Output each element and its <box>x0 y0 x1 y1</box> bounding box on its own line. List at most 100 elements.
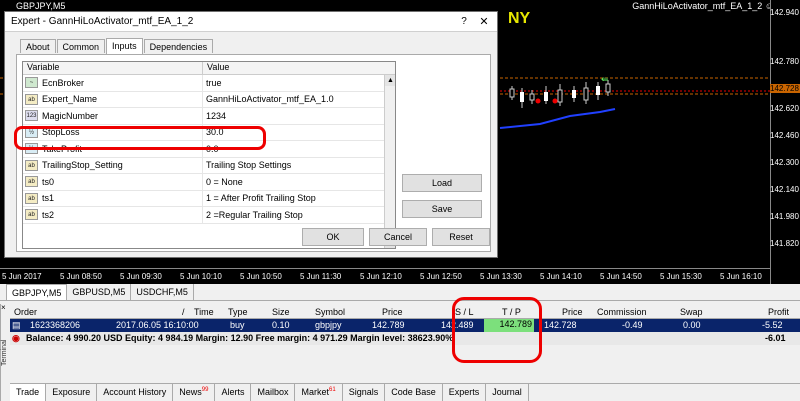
col-current-price[interactable]: Price <box>562 307 583 317</box>
input-row-ecnbroker[interactable]: ~ EcnBroker true <box>23 75 395 92</box>
input-variable-cell: ab ts2 <box>23 207 203 223</box>
tab-alerts[interactable]: Alerts <box>215 384 252 401</box>
price-tick: 142.780 <box>770 57 799 66</box>
ok-button[interactable]: OK <box>302 228 364 246</box>
tab-label: Code Base <box>391 387 436 397</box>
input-row-ts2[interactable]: ab ts2 2 =Regular Trailing Stop <box>23 207 395 224</box>
trade-row[interactable]: ▤ 1623368206 2017.06.05 16:10:00 buy 0.1… <box>10 319 800 332</box>
order-profit: -5.52 <box>762 320 783 330</box>
input-row-ts1[interactable]: ab ts1 1 = After Profit Trailing Stop <box>23 190 395 207</box>
save-button[interactable]: Save <box>402 200 482 218</box>
input-variable-name: Expert_Name <box>42 94 98 105</box>
tab-about[interactable]: About <box>20 39 56 53</box>
input-value-cell[interactable]: 0 = None <box>203 177 395 187</box>
input-variable-cell: ab TrailingStop_Setting <box>23 157 203 173</box>
price-tick: 142.140 <box>770 185 799 194</box>
tab-journal[interactable]: Journal <box>486 384 529 401</box>
tab-label: Account History <box>103 387 167 397</box>
scroll-up-icon[interactable]: ▲ <box>385 75 395 86</box>
tab-chart-gbpusd[interactable]: GBPUSD,M5 <box>67 284 132 300</box>
tab-exposure[interactable]: Exposure <box>46 384 98 401</box>
input-value-cell[interactable]: 1234 <box>203 111 395 121</box>
str-type-icon: ab <box>25 159 38 171</box>
tab-market[interactable]: Market61 <box>295 384 343 401</box>
input-value-cell[interactable]: 2 =Regular Trailing Stop <box>203 210 395 220</box>
time-tick: 5 Jun 09:30 <box>120 272 162 281</box>
signal-dot <box>552 98 558 104</box>
inputs-grid[interactable]: Variable Value ~ EcnBroker true ab Expert_Na… <box>22 61 396 249</box>
time-tick: 5 Jun 15:30 <box>660 272 702 281</box>
input-variable-name: MagicNumber <box>42 110 99 121</box>
close-icon[interactable]: ✕ <box>477 15 491 29</box>
grid-scrollbar[interactable]: ▲ ▼ <box>384 75 395 248</box>
price-tick: 141.980 <box>770 212 799 221</box>
input-row-ts0[interactable]: ab ts0 0 = None <box>23 174 395 191</box>
gann-hilo-line <box>499 108 616 129</box>
tab-experts[interactable]: Experts <box>443 384 487 401</box>
tab-mailbox[interactable]: Mailbox <box>251 384 296 401</box>
col-swap[interactable]: Swap <box>680 307 703 317</box>
time-tick: 5 Jun 16:10 <box>720 272 762 281</box>
col-profit[interactable]: Profit <box>768 307 789 317</box>
tab-code-base[interactable]: Code Base <box>385 384 443 401</box>
input-row-expert-name[interactable]: ab Expert_Name GannHiLoActivator_mtf_EA_1.… <box>23 91 395 108</box>
time-tick: 5 Jun 10:50 <box>240 272 282 281</box>
col-symbol[interactable]: Symbol <box>315 307 345 317</box>
time-tick: 5 Jun 08:50 <box>60 272 102 281</box>
tab-chart-gbpjpy[interactable]: GBPJPY,M5 <box>6 284 68 300</box>
order-size: 0.10 <box>272 320 290 330</box>
load-button[interactable]: Load <box>402 174 482 192</box>
str-type-icon: ab <box>25 209 38 221</box>
price-tick: 142.620 <box>770 104 799 113</box>
str-type-icon: ab <box>25 176 38 188</box>
input-variable-name: ts0 <box>42 176 55 187</box>
column-header-value[interactable]: Value <box>203 62 395 74</box>
order-commission: -0.49 <box>622 320 643 330</box>
help-icon[interactable]: ? <box>457 15 471 29</box>
dialog-tab-strip: About Common Inputs Dependencies <box>20 38 214 54</box>
price-tick: 141.820 <box>770 239 799 248</box>
input-value-cell[interactable]: true <box>203 78 395 88</box>
time-tick: 5 Jun 11:30 <box>300 272 342 281</box>
column-header-variable[interactable]: Variable <box>23 62 203 74</box>
balance-row: ◉ Balance: 4 990.20 USD Equity: 4 984.19… <box>10 332 800 345</box>
dialog-title[interactable]: Expert - GannHiLoActivator_mtf_EA_1_2 <box>5 12 497 32</box>
col-time[interactable]: Time <box>194 307 214 317</box>
col-order[interactable]: Order <box>14 307 37 317</box>
col-commission[interactable]: Commission <box>597 307 647 317</box>
trade-table-header: Order / Time Type Size Symbol Price S / … <box>10 306 800 319</box>
trade-arrow-marker: ⇚ <box>601 75 609 85</box>
tab-news[interactable]: News99 <box>173 384 216 401</box>
current-price-tag: 142.728 <box>770 84 800 93</box>
tab-label: Market <box>301 387 329 397</box>
input-variable-name: EcnBroker <box>42 77 85 88</box>
time-tick: 5 Jun 12:50 <box>420 272 462 281</box>
input-value-cell[interactable]: 1 = After Profit Trailing Stop <box>203 193 395 203</box>
grid-header: Variable Value <box>23 62 395 75</box>
input-variable-cell: ab ts0 <box>23 174 203 190</box>
tab-signals[interactable]: Signals <box>343 384 386 401</box>
input-value-cell[interactable]: GannHiLoActivator_mtf_EA_1.0 <box>203 94 395 104</box>
tab-trade[interactable]: Trade <box>10 384 47 401</box>
tab-dependencies[interactable]: Dependencies <box>143 39 214 53</box>
order-ticket-icon: ▤ <box>12 320 21 330</box>
tab-badge: 61 <box>329 387 336 393</box>
tab-common[interactable]: Common <box>56 39 106 53</box>
col-type[interactable]: Type <box>228 307 248 317</box>
time-tick: 5 Jun 13:30 <box>480 272 522 281</box>
cancel-button[interactable]: Cancel <box>369 228 427 246</box>
tab-chart-usdchf[interactable]: USDCHF,M5 <box>131 284 194 300</box>
input-row-magicnumber[interactable]: 123 MagicNumber 1234 <box>23 108 395 125</box>
reset-button[interactable]: Reset <box>432 228 490 246</box>
tab-account-history[interactable]: Account History <box>97 384 174 401</box>
tab-label: Trade <box>16 387 40 397</box>
col-price[interactable]: Price <box>382 307 403 317</box>
price-axis[interactable]: 142.940 142.780 142.728 142.620 142.460 … <box>770 0 800 284</box>
int-type-icon: 123 <box>25 110 38 122</box>
col-size[interactable]: Size <box>272 307 290 317</box>
balance-profit: -6.01 <box>765 333 786 343</box>
bool-type-icon: ~ <box>25 77 38 89</box>
input-row-trailingstop-setting[interactable]: ab TrailingStop_Setting Trailing Stop Sett… <box>23 157 395 174</box>
tab-inputs[interactable]: Inputs <box>106 38 143 54</box>
input-value-cell[interactable]: Trailing Stop Settings <box>203 160 395 170</box>
